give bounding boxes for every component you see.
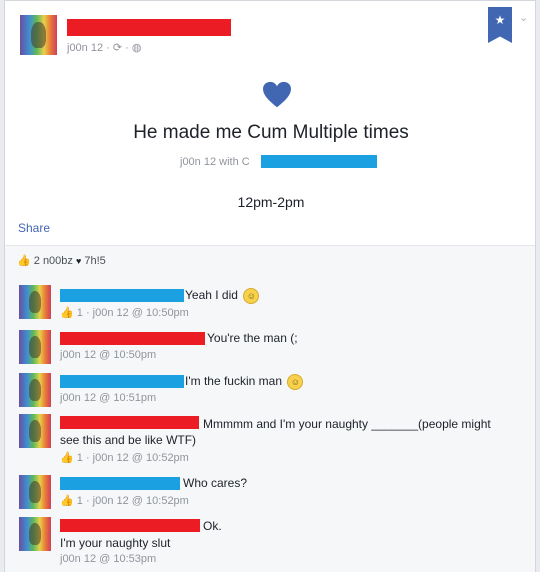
post-card: j00n 12 · ⟳ · ◍ ★ ⌄ He made me Cum Multi… [4,0,536,572]
heart-icon [263,81,291,108]
comment-meta[interactable]: j00n 12 @ 10:50pm [60,349,156,361]
commenter-avatar[interactable] [19,373,51,407]
commenter-name-redacted[interactable] [60,416,199,429]
comment-text: Yeah I did ☺ [185,288,260,304]
comment-text-continued: I'm your naughty slut [60,536,171,550]
comment-text: You're the man (; [207,331,298,345]
comment-meta[interactable]: j00n 12 @ 10:53pm [60,553,156,565]
reactions-summary[interactable]: 👍 2 n00bz ♥ 7h!5 [17,254,106,267]
comment-meta[interactable]: 👍 1 · j00n 12 @ 10:52pm [60,494,189,507]
share-link[interactable]: Share [18,221,50,235]
thumbs-up-icon: 👍 [60,495,74,507]
heart-icon: ♥ [75,256,82,266]
author-avatar[interactable] [20,15,57,55]
smiley-icon: ☺ [243,288,260,304]
commenter-name-redacted[interactable] [60,289,184,302]
smiley-icon: ☺ [287,374,304,390]
commenter-name-redacted[interactable] [60,477,180,490]
comment-text: Mmmmm and I'm your naughty _______(peopl… [203,417,491,431]
commenter-name-redacted[interactable] [60,332,205,345]
thumbs-up-icon: 👍 [17,255,31,267]
privacy-icon: ⟳ · ◍ [112,42,142,54]
author-name-redacted[interactable] [67,19,231,36]
life-event-title: He made me Cum Multiple times [133,122,409,143]
commenter-avatar[interactable] [19,517,51,551]
commenter-name-redacted[interactable] [60,375,184,388]
with-line: j00n 12 with C [180,156,250,168]
comment-text: I'm the fuckin man ☺ [185,374,304,390]
chevron-down-icon[interactable]: ⌄ [519,11,528,24]
thumbs-up-icon: 👍 [60,452,74,464]
commenter-avatar[interactable] [19,285,51,319]
comment-text: Who cares? [183,476,248,490]
comment-meta[interactable]: j00n 12 @ 10:51pm [60,392,156,404]
tagged-name-redacted[interactable] [261,155,377,168]
post-timestamp[interactable]: j00n 12 · ⟳ · ◍ [67,41,141,54]
event-time: 12pm-2pm [237,194,305,210]
comment-meta[interactable]: 👍 1 · j00n 12 @ 10:52pm [60,451,189,464]
thumbs-up-icon: 👍 [60,307,74,319]
commenter-avatar[interactable] [19,475,51,509]
star-icon[interactable]: ★ [488,7,512,43]
comment-meta[interactable]: 👍 1 · j00n 12 @ 10:50pm [60,306,189,319]
comment-text: Ok. [203,519,222,533]
commenter-avatar[interactable] [19,330,51,364]
commenter-name-redacted[interactable] [60,519,200,532]
comment-text-continued: see this and be like WTF) [60,433,197,447]
commenter-avatar[interactable] [19,414,51,448]
